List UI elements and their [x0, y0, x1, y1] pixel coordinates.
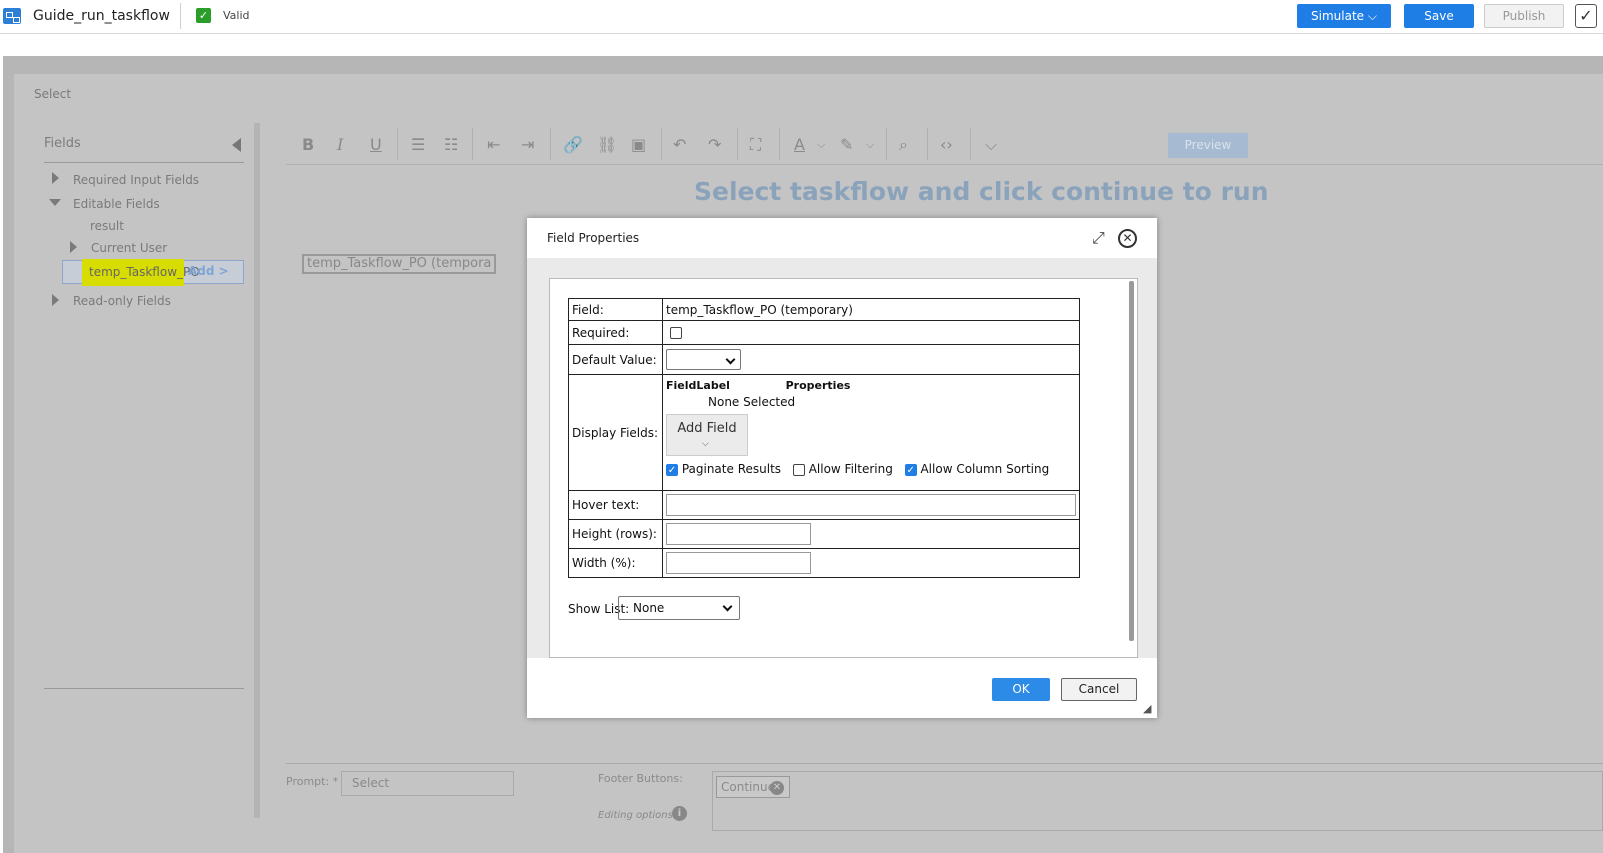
outdent-icon[interactable]: ⇤: [487, 135, 500, 154]
fields-bottom-divider: [44, 688, 244, 689]
checkbox-square-icon[interactable]: ✓: [1575, 4, 1597, 28]
undo-icon[interactable]: ↶: [673, 135, 686, 154]
toolbar-divider: [550, 128, 551, 160]
valid-status-label: Valid: [223, 9, 250, 22]
italic-icon[interactable]: I: [337, 135, 343, 154]
dialog-title: Field Properties: [547, 231, 640, 245]
highlight-color-icon[interactable]: ✎: [840, 135, 853, 154]
default-value-select[interactable]: [666, 349, 741, 370]
tree-item-current-user[interactable]: Current User: [91, 241, 167, 255]
filtering-checkbox[interactable]: [792, 463, 805, 476]
show-list-select[interactable]: None: [618, 596, 740, 620]
valid-check-icon: ✓: [196, 8, 211, 23]
height-label: Height (rows):: [568, 519, 663, 549]
underline-icon[interactable]: U: [370, 135, 382, 154]
expand-icon[interactable]: ⤢: [1092, 228, 1105, 248]
prompt-input[interactable]: Select: [341, 771, 514, 796]
save-button[interactable]: Save: [1404, 4, 1474, 28]
ok-button[interactable]: OK: [992, 678, 1050, 701]
link-icon[interactable]: 🔗: [563, 135, 583, 154]
tree-item-temp-taskflow[interactable]: temp_Taskflow_PO: [89, 265, 200, 279]
width-input[interactable]: [666, 552, 811, 574]
toolbar-divider: [779, 128, 780, 160]
footer-buttons-label: Footer Buttons:: [598, 772, 683, 785]
add-field-button[interactable]: Add Field ⌵: [666, 414, 748, 456]
chevron-down-icon[interactable]: ⌵: [817, 138, 825, 152]
paginate-checkbox[interactable]: ✓: [666, 463, 678, 476]
tree-item-editable-fields[interactable]: Editable Fields: [73, 197, 160, 211]
toolbar-divider: [661, 128, 662, 160]
width-label: Width (%):: [568, 548, 663, 578]
taskflow-app-icon: [3, 8, 21, 24]
publish-button[interactable]: Publish: [1484, 4, 1564, 28]
toolbar-divider: [472, 128, 473, 160]
toolbar-divider: [886, 128, 887, 160]
indent-icon[interactable]: ⇥: [521, 135, 534, 154]
col-fieldlabel: FieldLabel: [666, 379, 730, 392]
prompt-label: Prompt: *: [286, 775, 339, 788]
page-title: Guide_run_taskflow: [33, 8, 170, 24]
height-input[interactable]: [666, 523, 811, 545]
tree-item-result[interactable]: result: [90, 219, 124, 233]
numbered-list-icon[interactable]: ☷: [444, 135, 458, 154]
tree-item-read-only[interactable]: Read-only Fields: [73, 294, 171, 308]
field-value: temp_Taskflow_PO (temporary): [662, 298, 1080, 321]
source-code-icon[interactable]: ‹›: [940, 135, 953, 154]
expand-arrow-icon[interactable]: [52, 172, 59, 184]
simulate-button[interactable]: Simulate ⌵: [1297, 4, 1391, 28]
sorting-label: Allow Column Sorting: [920, 462, 1050, 476]
fullscreen-icon[interactable]: ⛶: [750, 135, 761, 155]
required-checkbox[interactable]: [670, 327, 682, 339]
add-field-label: Add Field: [677, 421, 737, 436]
expand-arrow-icon[interactable]: [52, 294, 59, 306]
remove-chip-icon[interactable]: ✕: [770, 781, 784, 795]
panel-title: Select: [34, 87, 72, 101]
unlink-icon[interactable]: ⛓: [597, 135, 617, 154]
add-field-link[interactable]: Add >: [188, 264, 229, 278]
bold-icon[interactable]: B: [302, 135, 314, 154]
preview-button[interactable]: Preview: [1168, 133, 1248, 158]
filtering-label: Allow Filtering: [808, 462, 893, 476]
resize-grip-icon[interactable]: ◢: [1143, 702, 1151, 715]
footer-buttons-box[interactable]: [712, 771, 1603, 831]
close-icon[interactable]: ✕: [1118, 229, 1137, 248]
search-icon[interactable]: ⌕: [899, 135, 908, 155]
expand-arrow-icon[interactable]: [70, 241, 77, 253]
fields-header: Fields: [44, 136, 81, 151]
hover-text-label: Hover text:: [568, 490, 663, 520]
col-properties: Properties: [785, 379, 851, 392]
hover-text-input[interactable]: [666, 494, 1076, 516]
header-divider: [180, 3, 181, 29]
editing-options-label: Editing options: [598, 810, 673, 821]
editor-heading: Select taskflow and click continue to ru…: [694, 177, 1269, 206]
fields-divider: [44, 162, 244, 163]
more-chevron-icon[interactable]: ⌵: [985, 135, 997, 155]
scrollbar[interactable]: [1129, 281, 1134, 641]
display-fields-label: Display Fields:: [568, 374, 663, 491]
properties-table: Field: temp_Taskflow_PO (temporary) Requ…: [568, 298, 1080, 578]
collapse-arrow-icon[interactable]: [232, 138, 241, 152]
collapse-arrow-icon[interactable]: [49, 199, 61, 206]
font-color-icon[interactable]: A: [794, 135, 805, 154]
toolbar-divider: [397, 128, 398, 160]
toolbar-divider: [737, 128, 738, 160]
field-label: Field:: [568, 298, 663, 321]
paginate-label: Paginate Results: [681, 462, 782, 476]
image-icon[interactable]: ▣: [631, 135, 646, 154]
none-selected-text: None Selected: [708, 395, 796, 409]
toolbar-divider: [970, 128, 971, 160]
required-label: Required:: [568, 320, 663, 345]
fields-pane: [24, 123, 260, 818]
toolbar-divider: [927, 128, 928, 160]
redo-icon[interactable]: ↷: [708, 135, 721, 154]
bullet-list-icon[interactable]: ☰: [411, 135, 425, 154]
sorting-checkbox[interactable]: ✓: [904, 463, 917, 476]
field-chip[interactable]: temp_Taskflow_PO (tempora: [302, 254, 496, 274]
chevron-down-icon: ⌵: [702, 439, 709, 449]
tree-item-required-input[interactable]: Required Input Fields: [73, 173, 199, 187]
info-icon[interactable]: i: [672, 806, 687, 821]
chevron-down-icon[interactable]: ⌵: [866, 138, 874, 152]
default-value-label: Default Value:: [568, 344, 663, 375]
cancel-button[interactable]: Cancel: [1061, 678, 1137, 701]
